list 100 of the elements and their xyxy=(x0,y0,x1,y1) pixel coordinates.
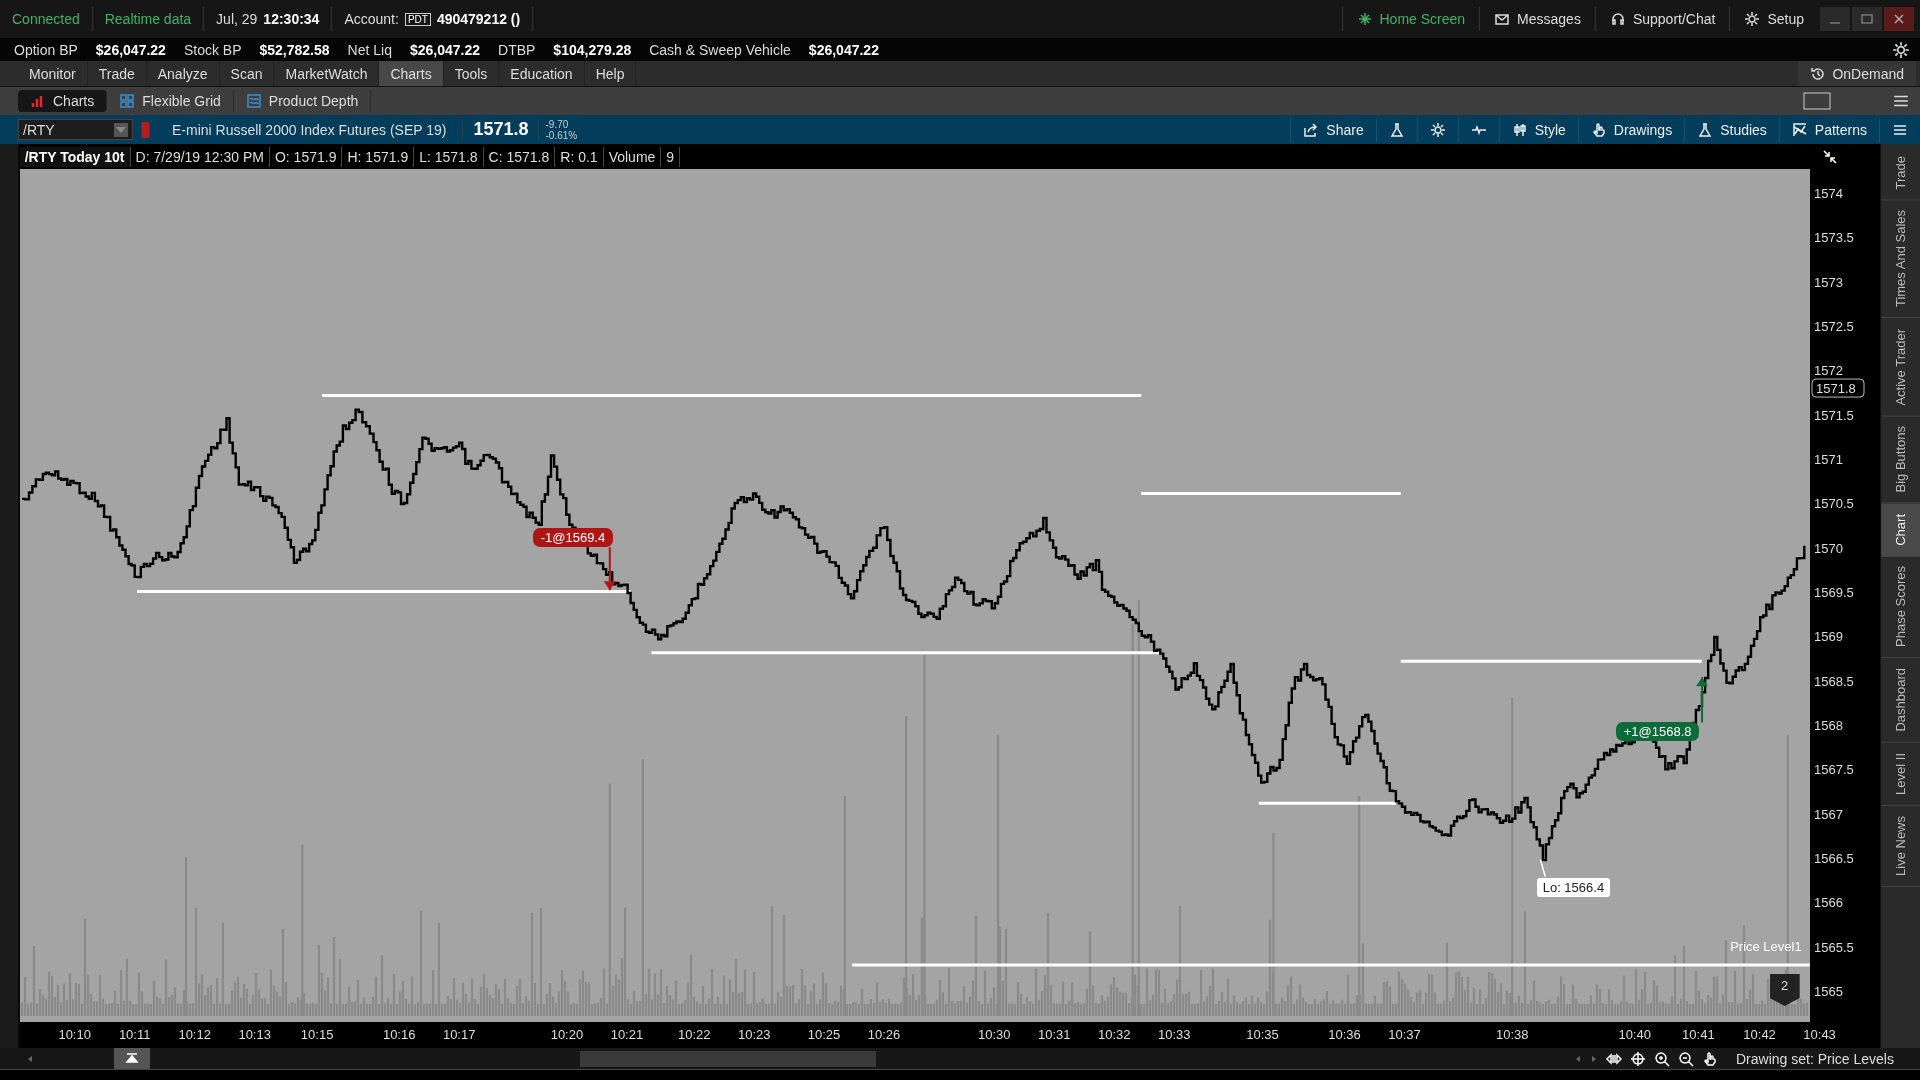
balance-value: $52,782.58 xyxy=(259,41,330,58)
scroll-left-icon[interactable] xyxy=(1574,1054,1582,1063)
gear-icon xyxy=(1744,11,1761,27)
date-time: Jul, 29 12:30:34 xyxy=(204,7,333,31)
side-tab[interactable]: Live News xyxy=(1880,805,1920,887)
crosshair-icon[interactable] xyxy=(1630,1050,1646,1067)
close-button[interactable] xyxy=(1884,7,1914,31)
menu-tab[interactable]: Tools xyxy=(443,61,500,86)
price-tick-label: 1568 xyxy=(1813,718,1843,733)
balance-value: $26,047.22 xyxy=(95,41,166,58)
side-tab[interactable]: Trade xyxy=(1880,146,1920,201)
leader-line xyxy=(1539,858,1546,878)
scroll-thumb[interactable] xyxy=(580,1050,876,1067)
pattern-icon xyxy=(1791,121,1808,138)
hand-icon xyxy=(1590,121,1607,138)
support-link[interactable]: Support/Chat xyxy=(1594,7,1730,31)
minimize-button[interactable] xyxy=(1820,7,1850,31)
headset-icon xyxy=(1609,11,1626,27)
scroll-left-icon[interactable] xyxy=(26,1054,34,1063)
chart-tool-button[interactable]: Patterns xyxy=(1778,117,1879,142)
trade-arrow-icon xyxy=(603,546,616,592)
price-tick-label: 1572 xyxy=(1813,363,1843,379)
pan-arrows-icon[interactable] xyxy=(1606,1050,1622,1067)
pdt-badge: PDT xyxy=(404,12,431,26)
balance-label: Option BP xyxy=(14,41,78,58)
chart-tool-button[interactable]: Studies xyxy=(1684,117,1779,142)
current-price-tag: 1571.8 xyxy=(1811,378,1865,398)
chart-tool-button[interactable]: Share xyxy=(1290,117,1376,142)
side-tab[interactable]: Level II xyxy=(1880,743,1920,806)
time-tick-label: 10:15 xyxy=(300,1027,334,1042)
side-tab[interactable]: Dashboard xyxy=(1880,658,1920,743)
menu-tab[interactable]: Trade xyxy=(87,61,147,86)
drawing-set-label[interactable]: Drawing set: Price Levels xyxy=(1736,1050,1894,1067)
chart-info-field: C: 1571.8 xyxy=(483,146,556,167)
home-screen-link[interactable]: Home Screen xyxy=(1341,7,1480,31)
zoom-out-icon[interactable] xyxy=(1678,1050,1694,1067)
time-tick-label: 10:32 xyxy=(1097,1027,1131,1042)
messages-link[interactable]: Messages xyxy=(1479,7,1595,31)
time-tick-label: 10:23 xyxy=(737,1027,771,1042)
wave-icon xyxy=(245,93,262,109)
time-tick-label: 10:31 xyxy=(1037,1027,1071,1042)
menu-tab[interactable]: Scan xyxy=(219,61,275,86)
zoom-in-icon[interactable] xyxy=(1654,1050,1670,1067)
price-tick-label: 1571.5 xyxy=(1813,407,1854,423)
time-tick-label: 10:33 xyxy=(1157,1027,1191,1042)
price-tick-label: 1566 xyxy=(1813,895,1843,911)
menu-tab[interactable]: Analyze xyxy=(146,61,220,86)
side-tab[interactable]: Big Buttons xyxy=(1880,416,1920,504)
side-tab[interactable]: Active Trader xyxy=(1880,318,1920,417)
symbol-field[interactable]: /RTY xyxy=(18,119,133,140)
time-tick-label: 10:12 xyxy=(178,1027,211,1042)
time-tick-label: 10:38 xyxy=(1495,1027,1529,1042)
collapse-icon[interactable] xyxy=(1821,148,1838,165)
time-tick-label: 10:36 xyxy=(1327,1027,1361,1042)
setup-link[interactable]: Setup xyxy=(1729,7,1818,31)
maximize-icon xyxy=(1859,11,1875,27)
gear-icon xyxy=(1429,121,1446,138)
sub-tab[interactable]: Charts xyxy=(18,90,108,112)
side-tab[interactable]: Times And Sales xyxy=(1880,200,1920,319)
scroll-right-icon[interactable] xyxy=(1590,1054,1598,1063)
caret-icon[interactable] xyxy=(114,122,128,137)
balance-value: $26,047.22 xyxy=(409,41,480,58)
chart-tool-button[interactable]: Style xyxy=(1498,117,1578,142)
menu-tab[interactable]: Charts xyxy=(379,61,444,86)
maximize-button[interactable] xyxy=(1852,7,1882,31)
menu-tab[interactable]: Education xyxy=(499,61,585,86)
trade-label[interactable]: +1@1568.8 xyxy=(1615,722,1700,741)
chart-info-field: /RTY Today 10t xyxy=(19,146,131,167)
balance-label: Cash & Sweep Vehicle xyxy=(649,41,791,58)
candlestick-icon xyxy=(1511,121,1528,138)
sub-tab[interactable]: Product Depth xyxy=(233,90,372,112)
menu-tab[interactable]: Monitor xyxy=(18,61,88,86)
time-tick-label: 10:25 xyxy=(807,1027,841,1042)
data-feed-status: Realtime data xyxy=(92,7,205,31)
scroll-home-button[interactable] xyxy=(114,1048,150,1069)
flask-icon xyxy=(1697,121,1714,138)
hand-icon[interactable] xyxy=(1702,1050,1718,1067)
settings-icon[interactable] xyxy=(1892,40,1910,59)
menu-tab[interactable]: Help xyxy=(584,61,637,86)
balance-label: DTBP xyxy=(498,41,536,58)
price-tick-label: 1566.5 xyxy=(1813,851,1854,867)
layout-icon[interactable] xyxy=(1802,91,1832,111)
trade-label[interactable]: -1@1569.4 xyxy=(532,528,614,547)
ondemand-button[interactable]: OnDemand xyxy=(1798,61,1916,86)
time-tick-label: 10:22 xyxy=(677,1027,711,1042)
account-number[interactable]: 490479212 () xyxy=(436,11,521,27)
side-tab[interactable]: Phase Scores xyxy=(1880,556,1920,659)
price-tick-label: 1565.5 xyxy=(1813,939,1854,955)
time-tick-label: 10:21 xyxy=(610,1027,643,1042)
chart-tool-button[interactable]: Drawings xyxy=(1577,117,1685,142)
grid-icon xyxy=(119,93,136,109)
history-icon xyxy=(1810,65,1827,82)
sub-tab[interactable]: Flexible Grid xyxy=(107,90,234,112)
side-tab[interactable]: Chart xyxy=(1880,503,1920,557)
chart-info-field: H: 1571.9 xyxy=(342,146,415,167)
price-change-percent: -0.61% xyxy=(545,129,578,141)
sparkle-icon xyxy=(1356,11,1373,27)
chart-info-field: 9 xyxy=(661,146,681,167)
price-tick-label: 1569 xyxy=(1813,629,1843,645)
chart-info-field: O: 1571.9 xyxy=(269,146,343,167)
